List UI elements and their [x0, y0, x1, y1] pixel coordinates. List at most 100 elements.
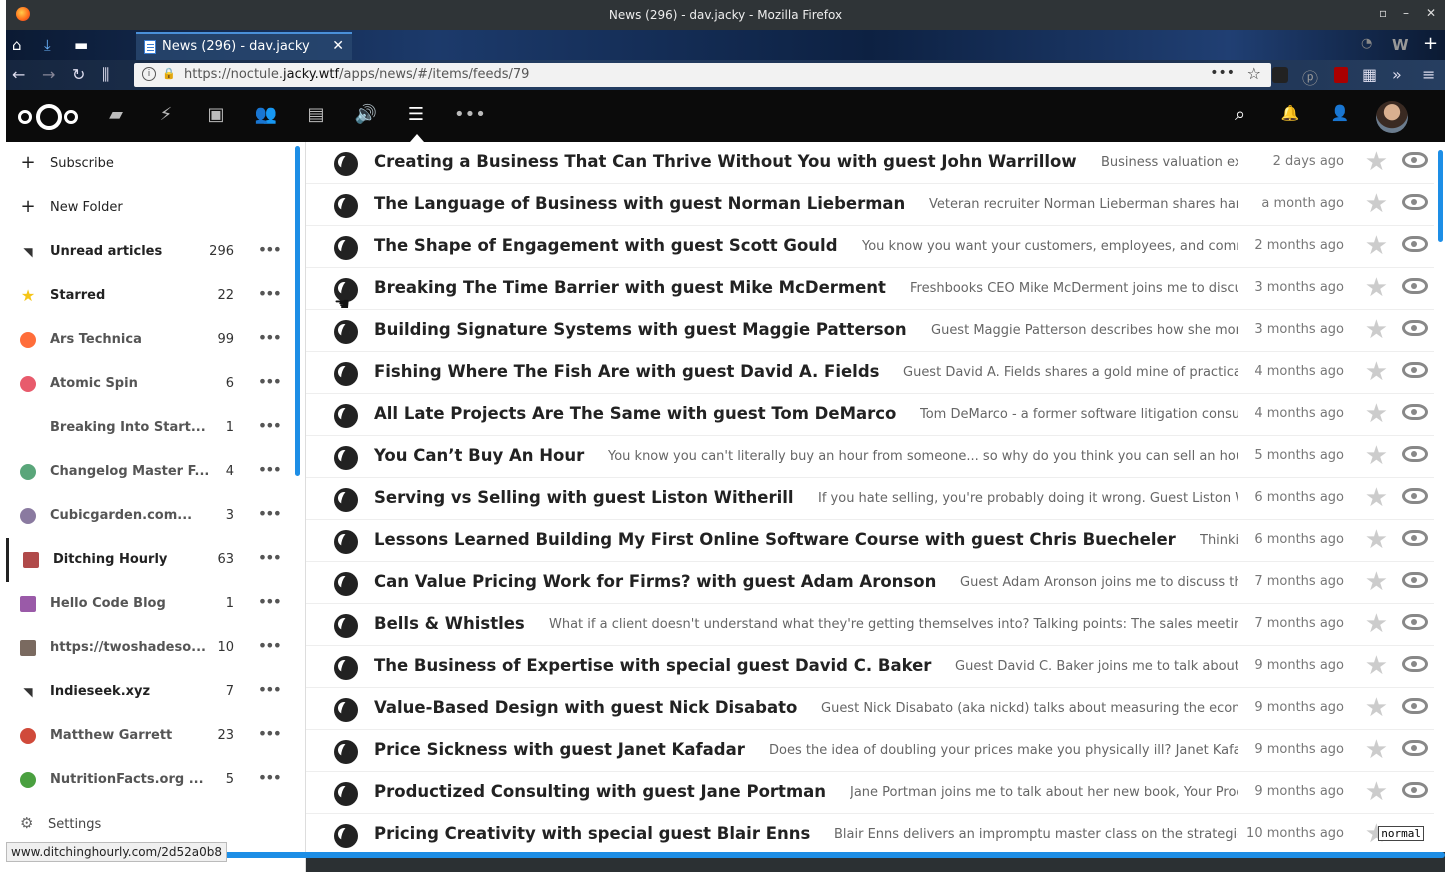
star-icon[interactable]: ★: [1365, 274, 1388, 302]
activity-icon[interactable]: ⚡: [154, 104, 178, 128]
more-options-icon[interactable]: •••: [258, 680, 282, 699]
article-title[interactable]: Pricing Creativity with special guest Bl…: [374, 824, 810, 843]
contacts-icon[interactable]: 👥: [254, 104, 278, 128]
star-icon[interactable]: ★: [1365, 778, 1388, 806]
minimize-icon[interactable]: –: [1403, 6, 1409, 20]
more-options-icon[interactable]: •••: [258, 768, 282, 787]
article-row[interactable]: You Can’t Buy An Hour You know you can't …: [306, 436, 1434, 478]
sidebar-item-feed[interactable]: Cubicgarden.com... 3 •••: [6, 494, 296, 538]
star-icon[interactable]: ★: [1365, 358, 1388, 386]
eye-icon[interactable]: [1402, 404, 1428, 420]
rss-feed-icon[interactable]: ◔: [1361, 36, 1372, 51]
globe-icon[interactable]: [334, 194, 358, 218]
new-tab-icon[interactable]: +: [1423, 33, 1438, 54]
globe-icon[interactable]: [334, 572, 358, 596]
star-icon[interactable]: ★: [1365, 484, 1388, 512]
more-options-icon[interactable]: •••: [258, 416, 282, 435]
sidebar-item-feed[interactable]: https://twoshadeso... 10 •••: [6, 626, 296, 670]
article-row[interactable]: Productized Consulting with guest Jane P…: [306, 772, 1434, 814]
article-row[interactable]: Price Sickness with guest Janet Kafadar D…: [306, 730, 1434, 772]
article-title[interactable]: The Business of Expertise with special g…: [374, 656, 931, 675]
article-title[interactable]: Breaking The Time Barrier with guest Mik…: [374, 278, 886, 297]
more-options-icon[interactable]: •••: [258, 284, 282, 303]
star-icon[interactable]: ★: [1365, 736, 1388, 764]
list-scrollbar[interactable]: [1438, 150, 1443, 242]
article-row[interactable]: Building Signature Systems with guest Ma…: [306, 310, 1434, 352]
eye-icon[interactable]: [1402, 194, 1428, 210]
more-options-icon[interactable]: •••: [258, 372, 282, 391]
article-row[interactable]: Pricing Creativity with special guest Bl…: [306, 814, 1434, 852]
back-icon[interactable]: ←: [12, 65, 25, 84]
horizontal-scrollbar[interactable]: [206, 852, 1445, 858]
eye-icon[interactable]: [1402, 278, 1428, 294]
article-title[interactable]: Lessons Learned Building My First Online…: [374, 530, 1176, 549]
globe-icon[interactable]: [334, 320, 358, 344]
star-icon[interactable]: ★: [1365, 190, 1388, 218]
maximize-icon[interactable]: ▫: [1379, 6, 1387, 20]
pocket-extension-icon[interactable]: ⓟ: [1302, 65, 1318, 89]
article-row[interactable]: The Shape of Engagement with guest Scott…: [306, 226, 1434, 268]
sidebar-item-feed[interactable]: ★ Starred 22 •••: [6, 274, 296, 318]
article-row[interactable]: Value-Based Design with guest Nick Disab…: [306, 688, 1434, 730]
files-icon[interactable]: ▰: [104, 104, 128, 128]
calendar-icon[interactable]: ▤: [304, 104, 328, 128]
subscribe-button[interactable]: + Subscribe: [6, 142, 296, 186]
new-folder-button[interactable]: + New Folder: [6, 186, 296, 230]
star-icon[interactable]: ★: [1365, 652, 1388, 680]
sidebar-item-feed[interactable]: Changelog Master F... 4 •••: [6, 450, 296, 494]
eye-icon[interactable]: [1402, 614, 1428, 630]
globe-icon[interactable]: [334, 656, 358, 680]
url-bar[interactable]: i 🔒 https://noctule.jacky.wtf/apps/news/…: [134, 63, 1271, 87]
globe-icon[interactable]: [334, 236, 358, 260]
sidebar-item-feed[interactable]: ◥ Indieseek.xyz 7 •••: [6, 670, 296, 714]
article-title[interactable]: Serving vs Selling with guest Liston Wit…: [374, 488, 794, 507]
downloads-icon[interactable]: ⤓: [44, 36, 51, 54]
more-options-icon[interactable]: •••: [258, 240, 282, 259]
sidebar-item-feed[interactable]: Hello Code Blog 1 •••: [6, 582, 296, 626]
article-title[interactable]: All Late Projects Are The Same with gues…: [374, 404, 896, 423]
nextcloud-logo[interactable]: [18, 104, 80, 130]
eye-icon[interactable]: [1402, 446, 1428, 462]
contacts-menu-icon[interactable]: 👤: [1328, 104, 1352, 128]
sidebar-item-feed[interactable]: Matthew Garrett 23 •••: [6, 714, 296, 758]
globe-icon[interactable]: [334, 446, 358, 470]
tab-news[interactable]: News (296) - dav.jacky ✕: [136, 32, 352, 60]
lock-icon[interactable]: 🔒: [162, 67, 176, 81]
star-icon[interactable]: ★: [1365, 148, 1388, 176]
close-window-icon[interactable]: ✕: [1426, 6, 1436, 20]
globe-icon[interactable]: [334, 824, 358, 848]
star-icon[interactable]: ★: [1365, 232, 1388, 260]
settings-button[interactable]: ⚙ Settings: [20, 814, 101, 832]
sidebar-item-feed[interactable]: Atomic Spin 6 •••: [6, 362, 296, 406]
more-options-icon[interactable]: •••: [258, 460, 282, 479]
star-icon[interactable]: ★: [1365, 400, 1388, 428]
star-icon[interactable]: ★: [1365, 694, 1388, 722]
more-options-icon[interactable]: •••: [258, 328, 282, 347]
star-icon[interactable]: ★: [1365, 568, 1388, 596]
pocket-icon[interactable]: ▬: [74, 36, 88, 54]
article-row[interactable]: Breaking The Time Barrier with guest Mik…: [306, 268, 1434, 310]
library-icon[interactable]: ⫼: [102, 65, 109, 85]
eye-icon[interactable]: [1402, 656, 1428, 672]
eye-icon[interactable]: [1402, 362, 1428, 378]
globe-icon[interactable]: [334, 782, 358, 806]
globe-icon[interactable]: [334, 488, 358, 512]
globe-icon[interactable]: [334, 362, 358, 386]
info-icon[interactable]: i: [142, 67, 156, 81]
star-icon[interactable]: ★: [1365, 442, 1388, 470]
bookmark-star-icon[interactable]: ☆: [1247, 64, 1261, 83]
globe-icon[interactable]: [334, 404, 358, 428]
menu-icon[interactable]: ≡: [1422, 65, 1435, 84]
article-title[interactable]: Productized Consulting with guest Jane P…: [374, 782, 826, 801]
globe-icon[interactable]: [334, 152, 358, 176]
more-options-icon[interactable]: •••: [258, 724, 282, 743]
eye-icon[interactable]: [1402, 236, 1428, 252]
sidebar-item-feed[interactable]: Breaking Into Start... 1 •••: [6, 406, 296, 450]
gallery-icon[interactable]: ▣: [204, 104, 228, 128]
article-row[interactable]: Bells & Whistles What if a client doesn't…: [306, 604, 1434, 646]
star-icon[interactable]: ★: [1365, 526, 1388, 554]
close-tab-icon[interactable]: ✕: [332, 38, 344, 54]
more-options-icon[interactable]: •••: [258, 504, 282, 523]
article-row[interactable]: All Late Projects Are The Same with gues…: [306, 394, 1434, 436]
reload-icon[interactable]: ↻: [72, 65, 85, 84]
